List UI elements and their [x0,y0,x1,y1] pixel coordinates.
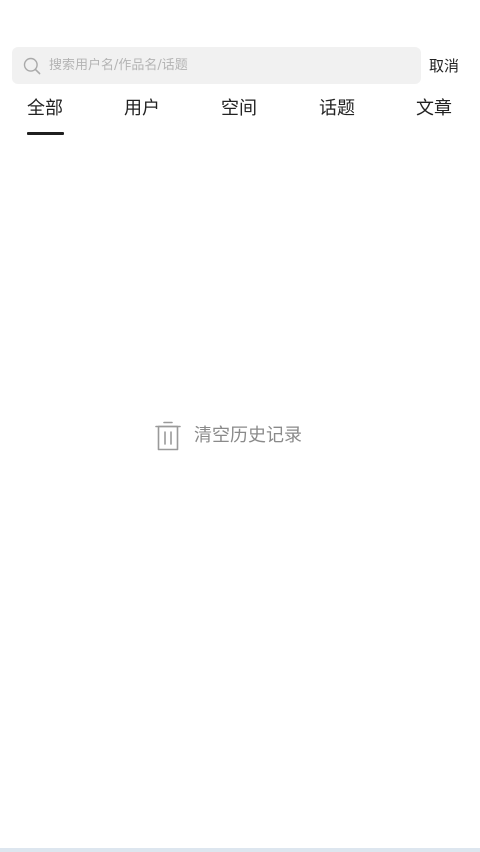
search-bar[interactable] [12,47,421,84]
tab-spaces[interactable]: 空间 [221,96,257,122]
tab-users[interactable]: 用户 [124,96,160,122]
search-icon [23,57,41,75]
bottom-edge [0,848,480,852]
category-tabs: 全部 用户 空间 话题 文章 [0,96,480,136]
trash-icon [155,421,181,451]
clear-history-button[interactable]: 清空历史记录 [155,421,302,451]
active-tab-indicator [27,132,64,135]
cancel-button[interactable]: 取消 [429,56,459,76]
tab-all[interactable]: 全部 [27,96,63,122]
search-input[interactable] [49,58,389,73]
tab-topics[interactable]: 话题 [319,96,355,122]
clear-history-label: 清空历史记录 [194,425,302,446]
tab-articles[interactable]: 文章 [416,96,452,122]
